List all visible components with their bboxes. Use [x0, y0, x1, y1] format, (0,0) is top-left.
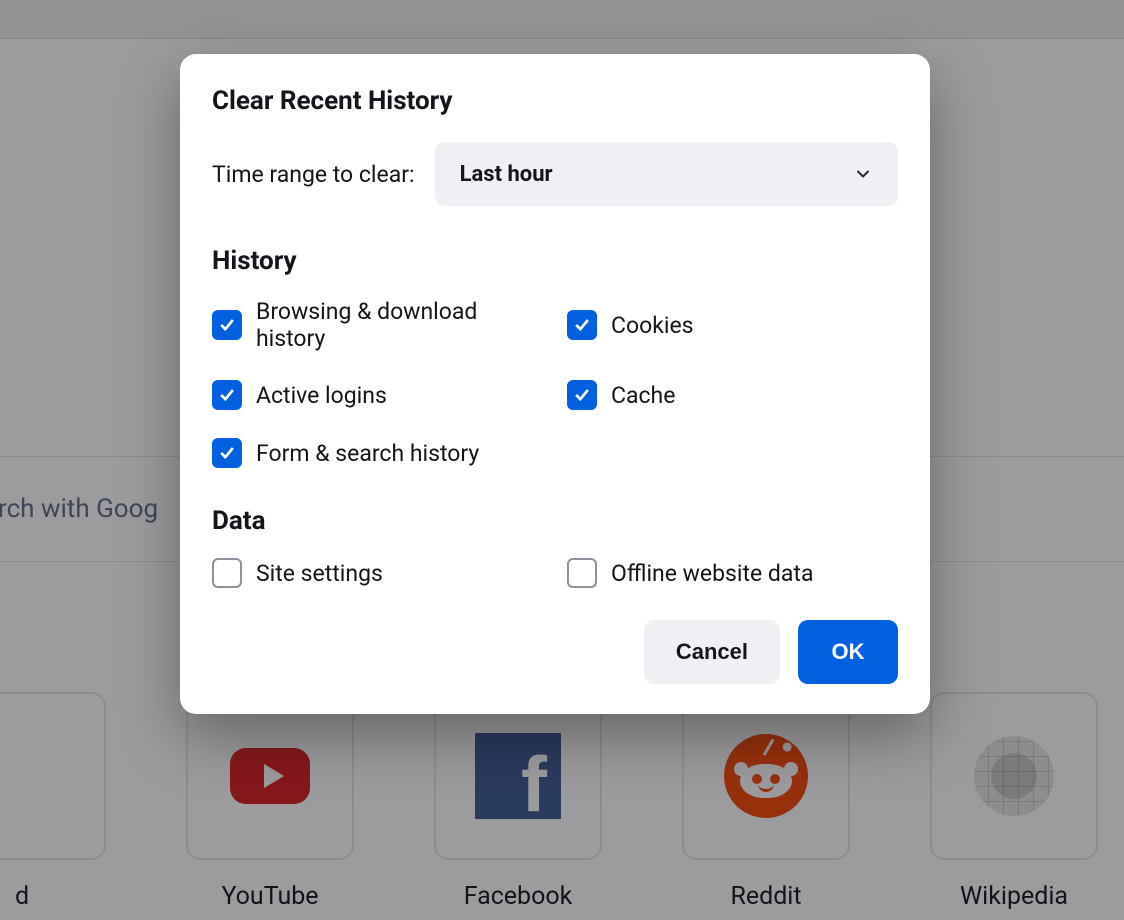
time-range-value: Last hour — [460, 162, 553, 187]
checkbox-empty-icon — [212, 558, 242, 588]
ok-button[interactable]: OK — [798, 620, 898, 684]
checkbox-cookies-label: Cookies — [611, 312, 694, 339]
checkbox-browsing-history-label: Browsing & download history — [256, 298, 543, 352]
chevron-down-icon — [853, 164, 873, 184]
checkbox-offline-data[interactable]: Offline website data — [567, 558, 898, 588]
clear-history-dialog: Clear Recent History Time range to clear… — [180, 54, 930, 714]
checkbox-site-settings[interactable]: Site settings — [212, 558, 543, 588]
time-range-label: Time range to clear: — [212, 161, 415, 188]
checkbox-active-logins[interactable]: Active logins — [212, 380, 543, 410]
time-range-row: Time range to clear: Last hour — [212, 142, 898, 206]
checkbox-cache-label: Cache — [611, 382, 675, 409]
section-history-title: History — [212, 246, 898, 276]
time-range-select[interactable]: Last hour — [435, 142, 898, 206]
checkmark-icon — [567, 310, 597, 340]
checkbox-form-history[interactable]: Form & search history — [212, 438, 543, 468]
checkbox-form-history-label: Form & search history — [256, 440, 479, 467]
checkmark-icon — [212, 310, 242, 340]
data-checkbox-grid: Site settings Offline website data — [212, 558, 898, 588]
cancel-button[interactable]: Cancel — [644, 620, 780, 684]
dialog-actions: Cancel OK — [212, 620, 898, 684]
checkbox-active-logins-label: Active logins — [256, 382, 387, 409]
checkbox-cache[interactable]: Cache — [567, 380, 898, 410]
checkmark-icon — [212, 438, 242, 468]
section-data-title: Data — [212, 506, 898, 536]
checkbox-cookies[interactable]: Cookies — [567, 298, 898, 352]
history-checkbox-grid: Browsing & download history Cookies Acti… — [212, 298, 898, 468]
checkbox-offline-data-label: Offline website data — [611, 560, 813, 587]
checkmark-icon — [567, 380, 597, 410]
dialog-title: Clear Recent History — [212, 86, 898, 116]
checkmark-icon — [212, 380, 242, 410]
checkbox-site-settings-label: Site settings — [256, 560, 383, 587]
checkbox-empty-icon — [567, 558, 597, 588]
checkbox-browsing-history[interactable]: Browsing & download history — [212, 298, 543, 352]
